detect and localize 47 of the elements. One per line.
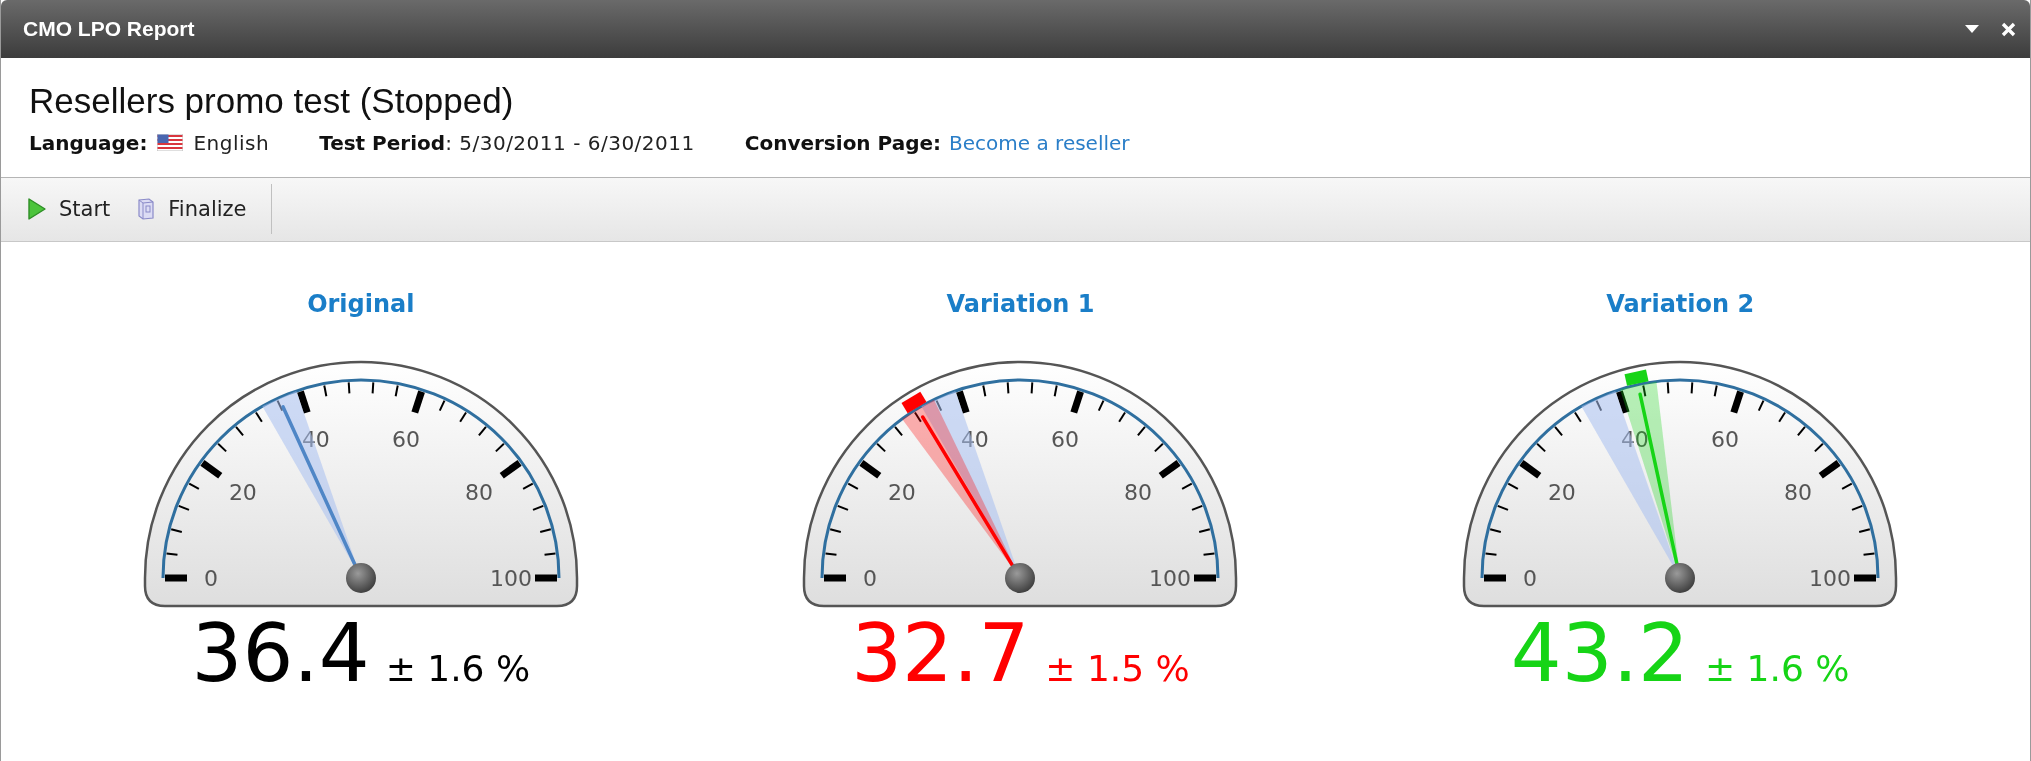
needle-hub	[1665, 562, 1696, 593]
flag-icon	[157, 134, 184, 151]
field-label: Test Period	[319, 130, 446, 155]
finalize-button[interactable]: Finalize	[130, 191, 259, 227]
window-title: CMO LPO Report	[23, 17, 195, 41]
scale-label: 80	[1124, 479, 1153, 505]
scale-label: 40	[301, 426, 330, 452]
close-icon	[2001, 21, 2016, 37]
field-value: : 5/30/2011 - 6/30/2011	[445, 130, 695, 155]
scale-label: 20	[228, 479, 257, 505]
scale-label: 0	[863, 565, 878, 591]
scale-label: 60	[391, 426, 420, 452]
conversion-rate: 36.4	[191, 613, 370, 694]
scale-label: 0	[1523, 565, 1538, 591]
scale-label: 0	[203, 565, 218, 591]
conversion-rate: 43.2	[1510, 613, 1689, 694]
scale-label: 20	[888, 479, 917, 505]
start-button[interactable]: Start	[21, 191, 123, 227]
needle-hub	[1005, 562, 1036, 593]
play-icon	[27, 197, 47, 221]
scale-label: 40	[1621, 426, 1650, 452]
variant-title: Original	[307, 289, 415, 318]
conversion-rate: 32.7	[851, 613, 1030, 694]
scale-label: 80	[464, 479, 493, 505]
margin-of-error: ± 1.6 %	[385, 650, 531, 687]
needle-hub	[345, 562, 376, 593]
field-label: Conversion Page:	[744, 130, 942, 155]
field-value: English	[193, 130, 270, 155]
range-marker	[1624, 368, 1649, 386]
scale-label: 40	[961, 426, 990, 452]
scale-label: 100	[1149, 565, 1192, 591]
field-label: Language:	[29, 130, 148, 155]
document-icon	[136, 197, 157, 221]
scale-label: 100	[489, 565, 532, 591]
margin-of-error: ± 1.5 %	[1045, 650, 1190, 687]
scale-label: 60	[1711, 426, 1740, 452]
range-marker	[901, 391, 927, 413]
scale-label: 60	[1051, 426, 1080, 452]
scale-label: 80	[1784, 479, 1813, 505]
scale-label: 100	[1809, 565, 1852, 591]
test-title: Resellers promo test (Stopped)	[29, 82, 515, 121]
variant-title: Variation 1	[946, 289, 1095, 318]
variant-title: Variation 2	[1606, 289, 1755, 318]
margin-of-error: ± 1.6 %	[1704, 650, 1850, 687]
scale-label: 20	[1548, 479, 1577, 505]
conversion-page-link[interactable]: Become a reseller	[949, 130, 1130, 155]
caret-icon	[1965, 24, 1979, 34]
